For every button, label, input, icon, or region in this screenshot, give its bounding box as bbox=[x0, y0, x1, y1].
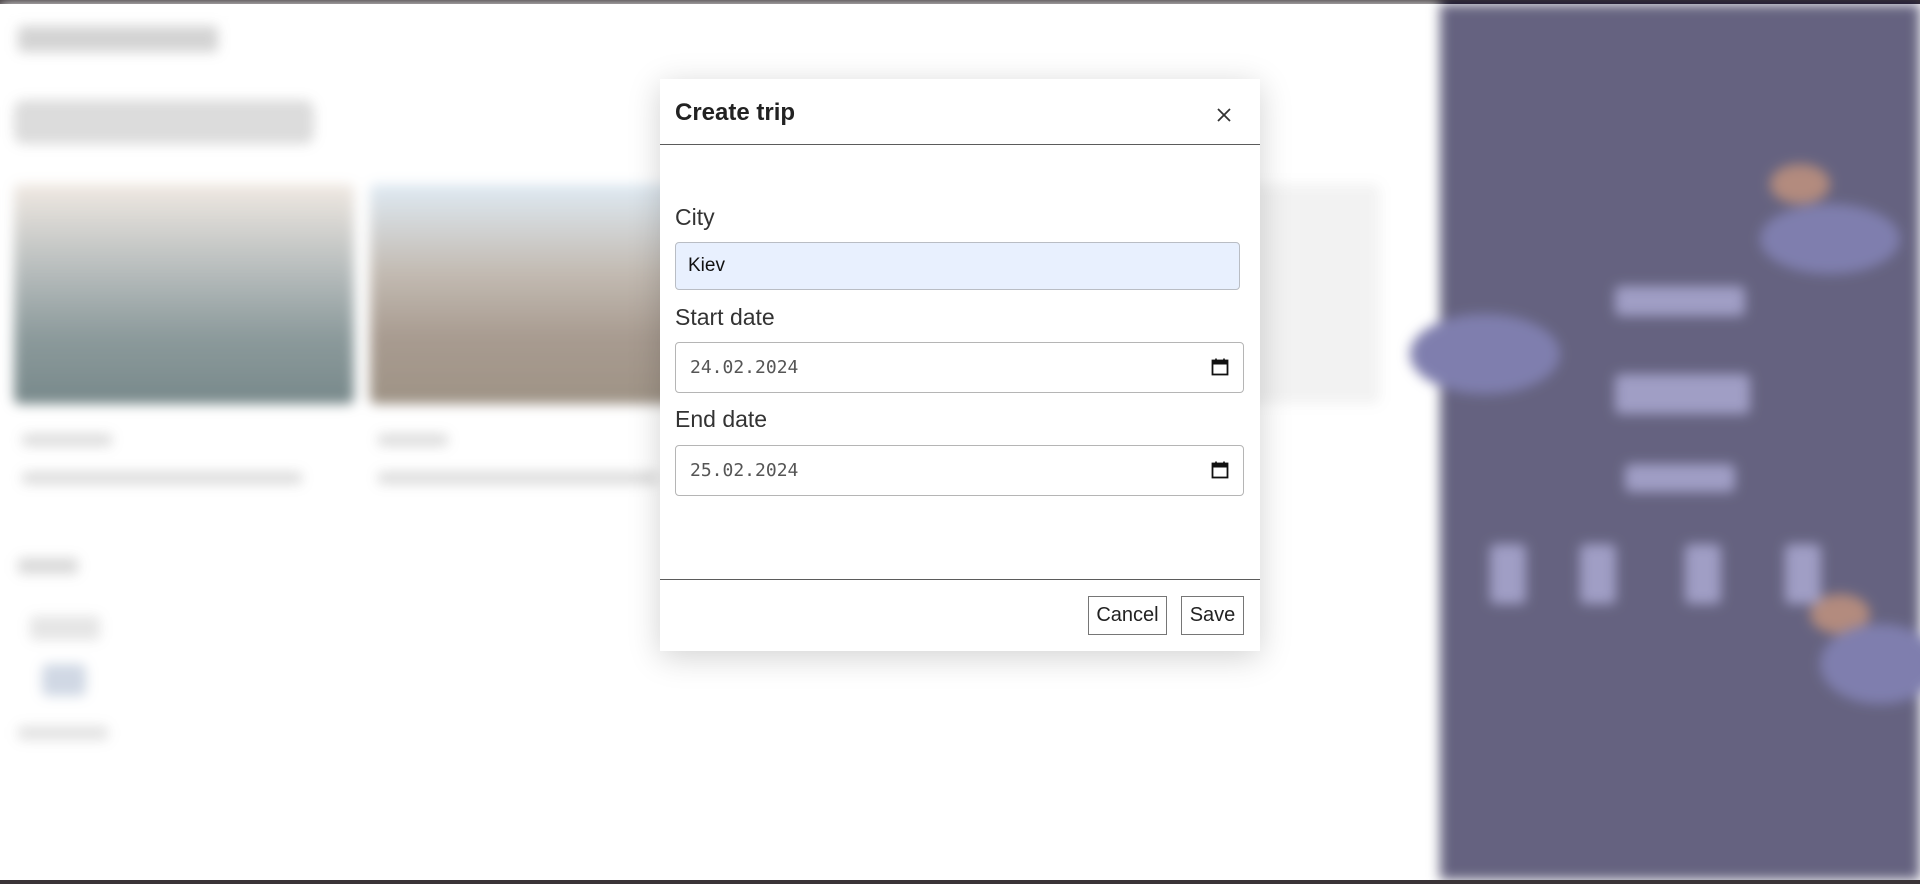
close-button[interactable] bbox=[1209, 100, 1239, 130]
city-input-value: Kiev bbox=[688, 255, 725, 276]
dialog-title: Create trip bbox=[675, 99, 796, 126]
calendar-icon[interactable] bbox=[1211, 358, 1229, 376]
window-bottom-border bbox=[0, 880, 1920, 884]
save-button[interactable]: Save bbox=[1181, 596, 1244, 635]
cancel-button[interactable]: Cancel bbox=[1088, 596, 1167, 635]
end-date-label: End date bbox=[675, 406, 768, 432]
start-date-label: Start date bbox=[675, 304, 775, 330]
city-input[interactable]: Kiev bbox=[675, 242, 1240, 290]
create-trip-dialog: Create trip City Kiev Start date 24.02.2… bbox=[660, 79, 1260, 651]
city-label: City bbox=[675, 204, 715, 230]
end-date-value: 25.02.2024 bbox=[690, 460, 799, 481]
close-icon bbox=[1217, 108, 1231, 122]
dialog-footer: Cancel Save bbox=[660, 579, 1260, 652]
calendar-icon[interactable] bbox=[1211, 461, 1229, 479]
start-date-input[interactable]: 24.02.2024 bbox=[675, 342, 1244, 393]
end-date-input[interactable]: 25.02.2024 bbox=[675, 445, 1244, 496]
dialog-header: Create trip bbox=[660, 79, 1260, 145]
start-date-value: 24.02.2024 bbox=[690, 357, 799, 378]
